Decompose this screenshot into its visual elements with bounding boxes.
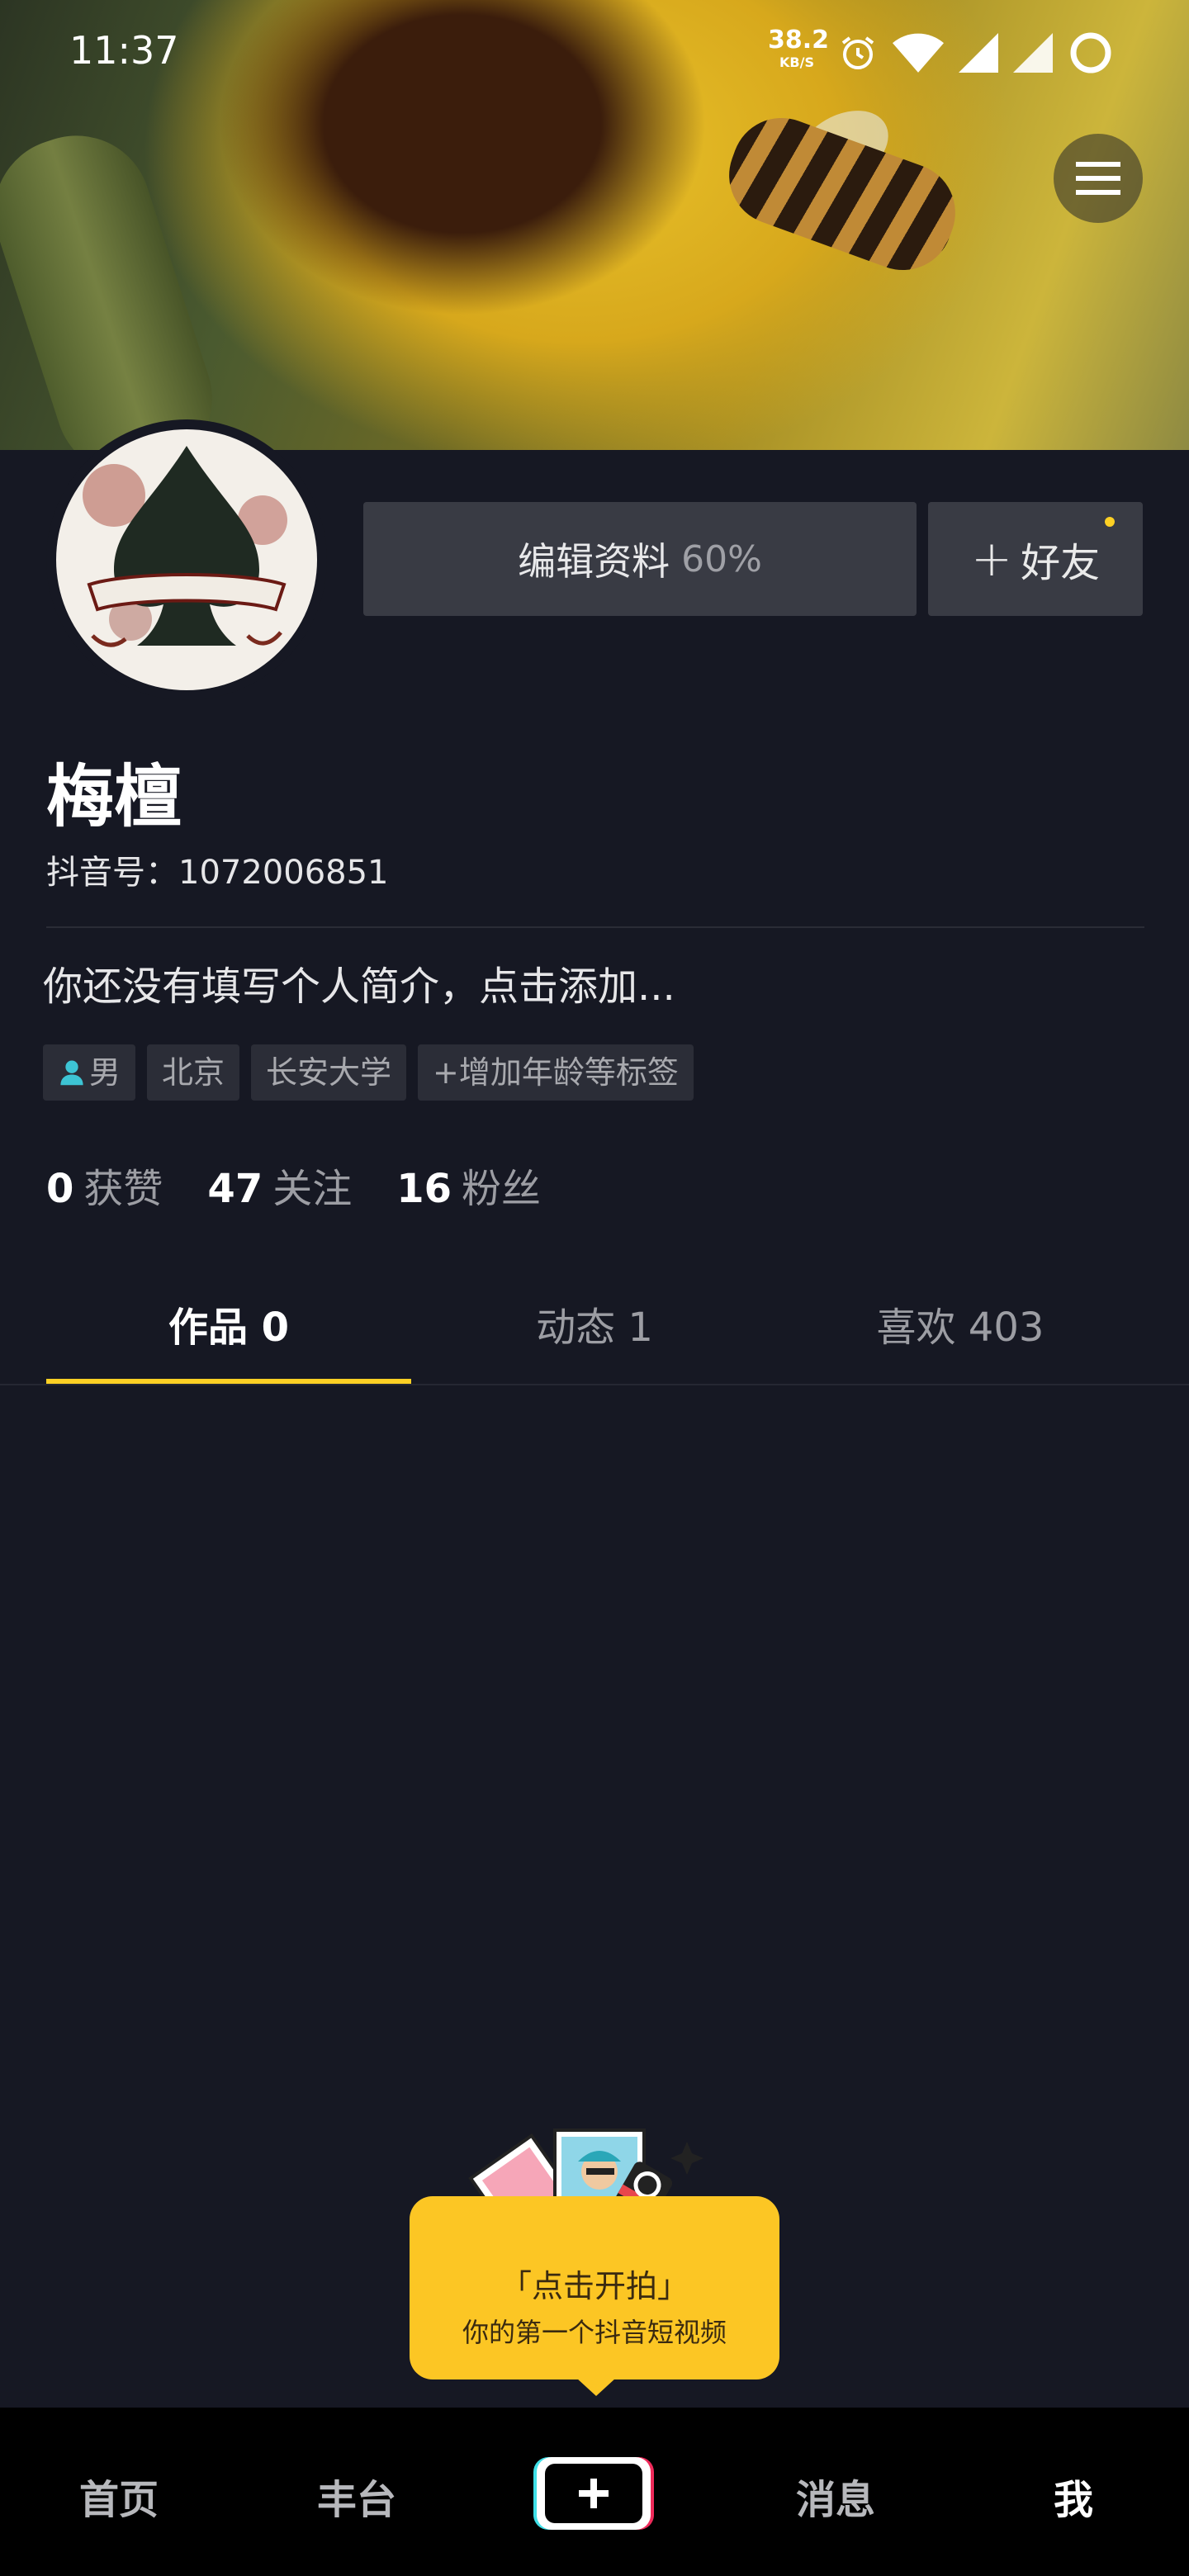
add-friend-button[interactable]: + 好友 [928, 502, 1143, 616]
avatar-image [56, 429, 317, 690]
tab-moments[interactable]: 动态 1 [412, 1288, 777, 1367]
profile-tags: 男 北京 长安大学 +增加年龄等标签 [43, 1044, 694, 1101]
tag-school[interactable]: 长安大学 [251, 1044, 407, 1101]
tab-works[interactable]: 作品 0 [46, 1288, 411, 1367]
banner-stem-decoration [0, 116, 232, 450]
tag-add-more[interactable]: +增加年龄等标签 [418, 1044, 694, 1101]
divider [46, 926, 1144, 928]
edit-profile-button[interactable]: 编辑资料 60% [363, 502, 917, 616]
add-friend-label: 好友 [1021, 540, 1101, 586]
notification-dot [1105, 517, 1115, 527]
tag-add-more-label: +增加年龄等标签 [433, 1054, 679, 1091]
net-speed: 38.2 KB/S [768, 26, 830, 70]
tag-location-label: 北京 [162, 1054, 225, 1091]
status-bar: 11:37 38.2 KB/S [0, 0, 1189, 99]
nav-location[interactable]: 丰台 [274, 2467, 439, 2525]
plus-icon [533, 2457, 654, 2530]
first-video-prompt[interactable]: 「点击开拍」 你的第一个抖音短视频 [410, 2196, 779, 2379]
prompt-title: 「点击开拍」 [500, 2268, 689, 2304]
battery-ring-icon [1070, 32, 1111, 73]
prompt-subtitle: 你的第一个抖音短视频 [462, 2317, 727, 2348]
wifi-icon [893, 33, 944, 73]
bio-placeholder[interactable]: 你还没有填写个人简介，点击添加... [43, 954, 675, 1011]
signal-icon [959, 33, 998, 73]
tag-school-label: 长安大学 [266, 1054, 392, 1091]
nav-me[interactable]: 我 [991, 2467, 1156, 2525]
male-icon [60, 1060, 83, 1086]
stat-following[interactable]: 47 关注 [207, 1156, 352, 1214]
net-speed-unit: KB/S [779, 54, 814, 70]
net-speed-value: 38.2 [768, 26, 830, 54]
nav-messages[interactable]: 消息 [753, 2467, 918, 2525]
tag-gender[interactable]: 男 [43, 1044, 136, 1101]
tag-gender-label: 男 [89, 1054, 121, 1091]
menu-button[interactable] [1054, 134, 1143, 223]
signal-icon-2 [1013, 33, 1053, 73]
stat-followers-value: 16 [396, 1166, 452, 1212]
stat-likes[interactable]: 0 获赞 [46, 1156, 163, 1214]
edit-profile-label: 编辑资料 [518, 539, 670, 584]
create-video-button[interactable] [532, 2454, 656, 2533]
status-icons [838, 30, 1114, 76]
content-tabs: 作品 0 动态 1 喜欢 403 [0, 1288, 1189, 1384]
prompt-tail [576, 2378, 616, 2396]
stat-followers-label: 粉丝 [462, 1166, 542, 1212]
stat-likes-value: 0 [46, 1166, 74, 1212]
hamburger-menu-icon [1076, 162, 1120, 195]
avatar[interactable] [46, 419, 327, 700]
tab-likes[interactable]: 喜欢 403 [778, 1288, 1143, 1367]
nickname: 梅檀 [46, 758, 182, 836]
stat-followers[interactable]: 16 粉丝 [396, 1156, 541, 1214]
edit-profile-progress: 60% [681, 537, 762, 580]
plus-icon: + [970, 530, 1013, 588]
stat-following-label: 关注 [272, 1166, 353, 1212]
stat-following-value: 47 [207, 1166, 263, 1212]
bottom-navigation: 首页 丰台 消息 我 [0, 2408, 1189, 2576]
spade-emblem-icon [83, 446, 287, 647]
tabs-divider [0, 1384, 1189, 1385]
douyin-id: 抖音号：1072006851 [46, 854, 389, 892]
tag-location[interactable]: 北京 [147, 1044, 240, 1101]
profile-stats: 0 获赞 47 关注 16 粉丝 [46, 1156, 541, 1214]
nav-home[interactable]: 首页 [36, 2467, 201, 2525]
alarm-icon [841, 36, 874, 69]
stat-likes-label: 获赞 [83, 1166, 163, 1212]
status-time: 11:37 [69, 28, 179, 73]
